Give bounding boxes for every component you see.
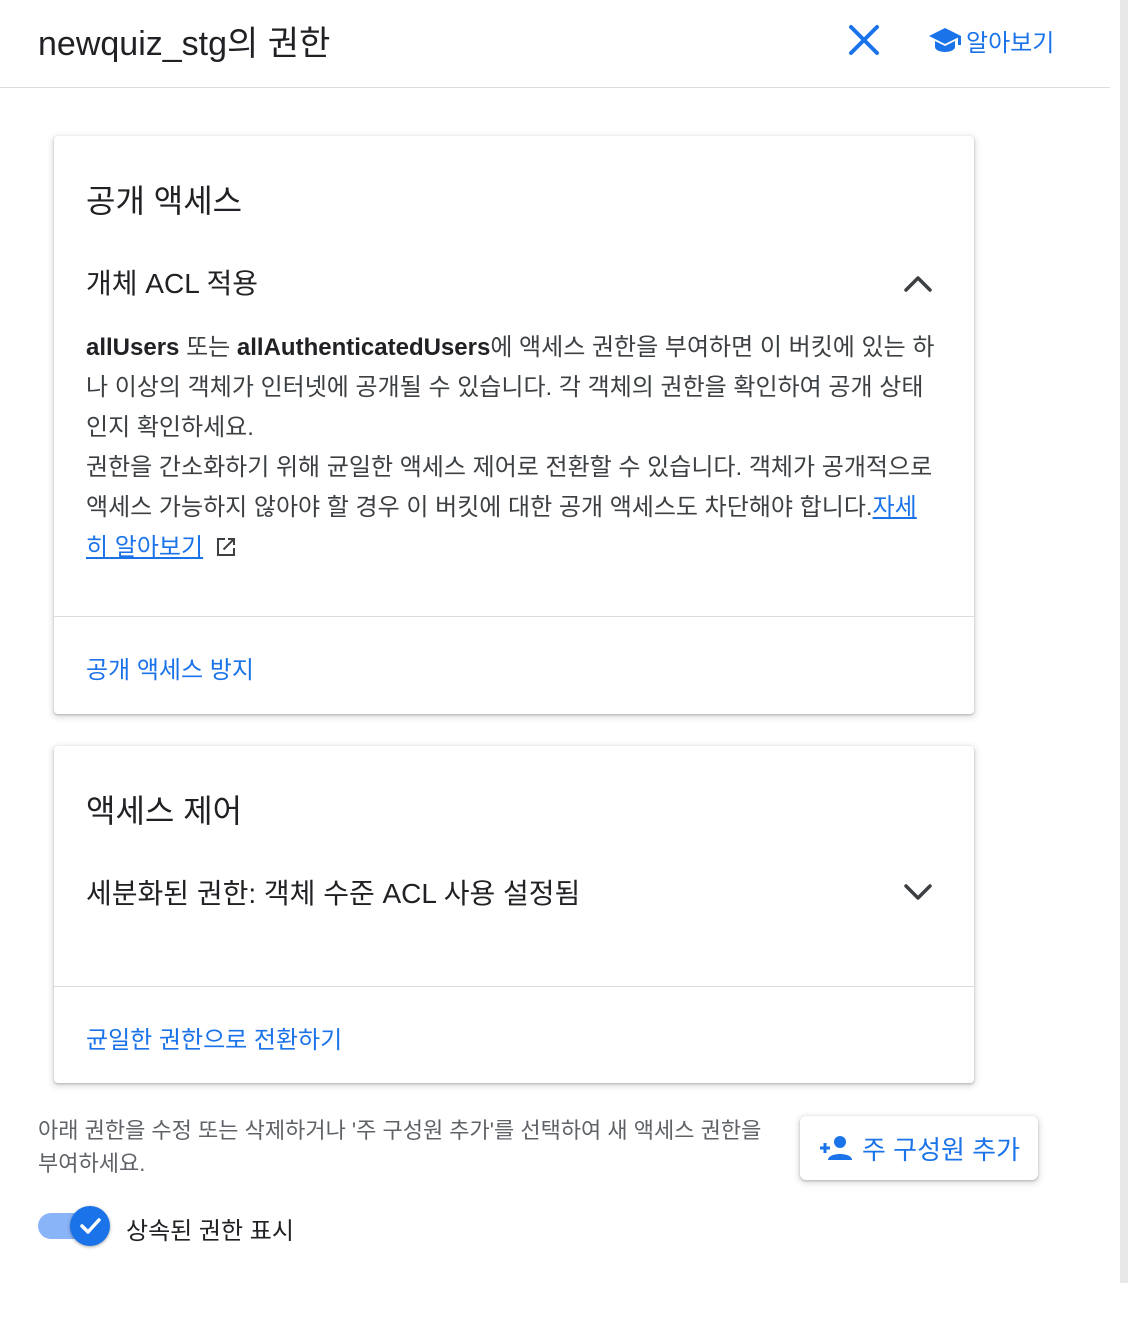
all-authenticated-users-term: allAuthenticatedUsers — [236, 334, 491, 361]
prevent-public-access-link[interactable]: 공개 액세스 방지 — [86, 650, 254, 685]
warning-text-part: 또는 — [179, 334, 237, 361]
page-title: newquiz_stg의 권한 — [38, 25, 331, 63]
check-icon — [80, 1218, 101, 1234]
all-users-term: allUsers — [86, 334, 180, 361]
inherited-permissions-label: 상속된 권한 표시 — [126, 1218, 294, 1245]
access-control-title: 액세스 제어 — [86, 793, 243, 829]
switch-to-uniform-link[interactable]: 균일한 권한으로 전환하기 — [86, 1020, 342, 1055]
card-divider — [54, 616, 974, 617]
permissions-hint: 아래 권한을 수정 또는 삭제하거나 '주 구성원 추가'를 선택하여 새 액세… — [38, 1118, 762, 1176]
access-control-card: 액세스 제어 세분화된 권한: 객체 수준 ACL 사용 설정됨 균일한 권한으… — [54, 746, 974, 1083]
add-principal-label: 주 구성원 추가 — [862, 1134, 1020, 1165]
chevron-up-icon — [904, 276, 932, 292]
public-access-title: 공개 액세스 — [86, 183, 243, 219]
learn-button[interactable]: 알아보기 — [928, 20, 1054, 60]
acl-warning-text: allUsers 또는 allAuthenticatedUsers에 액세스 권… — [86, 328, 938, 568]
open-in-new-icon — [216, 538, 235, 556]
learn-button-label: 알아보기 — [966, 29, 1055, 57]
uniform-access-text: 권한을 간소화하기 위해 균일한 액세스 제어로 전환할 수 있습니다. 객체가… — [86, 454, 933, 521]
acl-section-title: 개체 ACL 적용 — [86, 268, 259, 299]
card-divider — [54, 986, 974, 987]
close-button[interactable] — [842, 18, 886, 62]
toggle-knob — [70, 1206, 110, 1246]
school-icon — [929, 28, 961, 52]
person-add-icon — [820, 1136, 853, 1160]
panel-header: newquiz_stg의 권한 알아보기 — [0, 0, 1110, 88]
scrollbar[interactable] — [1120, 0, 1128, 1283]
expand-button[interactable] — [902, 876, 934, 908]
add-principal-button[interactable]: 주 구성원 추가 — [800, 1116, 1038, 1180]
close-icon — [849, 25, 879, 55]
inherited-permissions-toggle[interactable] — [38, 1204, 112, 1248]
collapse-button[interactable] — [902, 268, 934, 300]
chevron-down-icon — [904, 884, 932, 900]
public-access-card: 공개 액세스 개체 ACL 적용 allUsers 또는 allAuthenti… — [54, 136, 974, 714]
fine-grained-section-title: 세분화된 권한: 객체 수준 ACL 사용 설정됨 — [86, 878, 581, 909]
